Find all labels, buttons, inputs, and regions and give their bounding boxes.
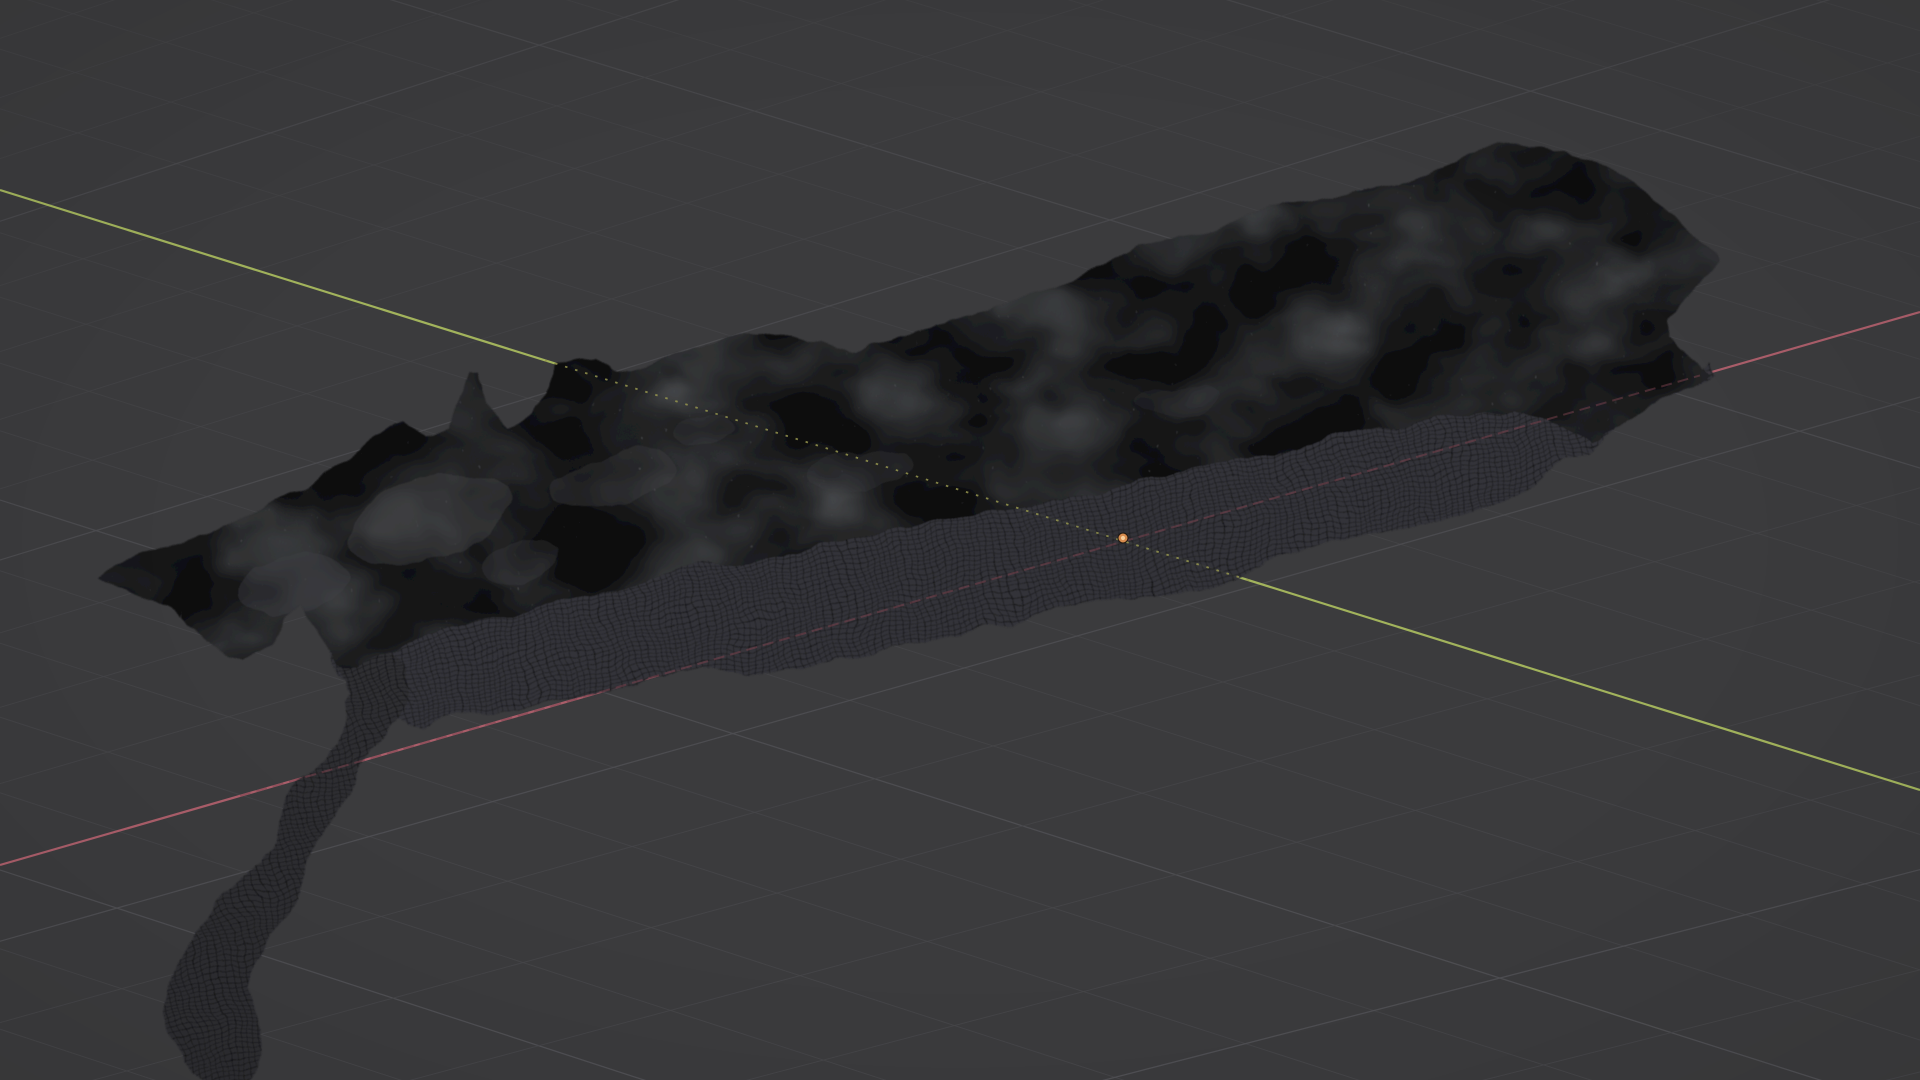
viewport-vignette	[0, 0, 1920, 1080]
3d-viewport[interactable]	[0, 0, 1920, 1080]
viewport-canvas[interactable]	[0, 0, 1920, 1080]
